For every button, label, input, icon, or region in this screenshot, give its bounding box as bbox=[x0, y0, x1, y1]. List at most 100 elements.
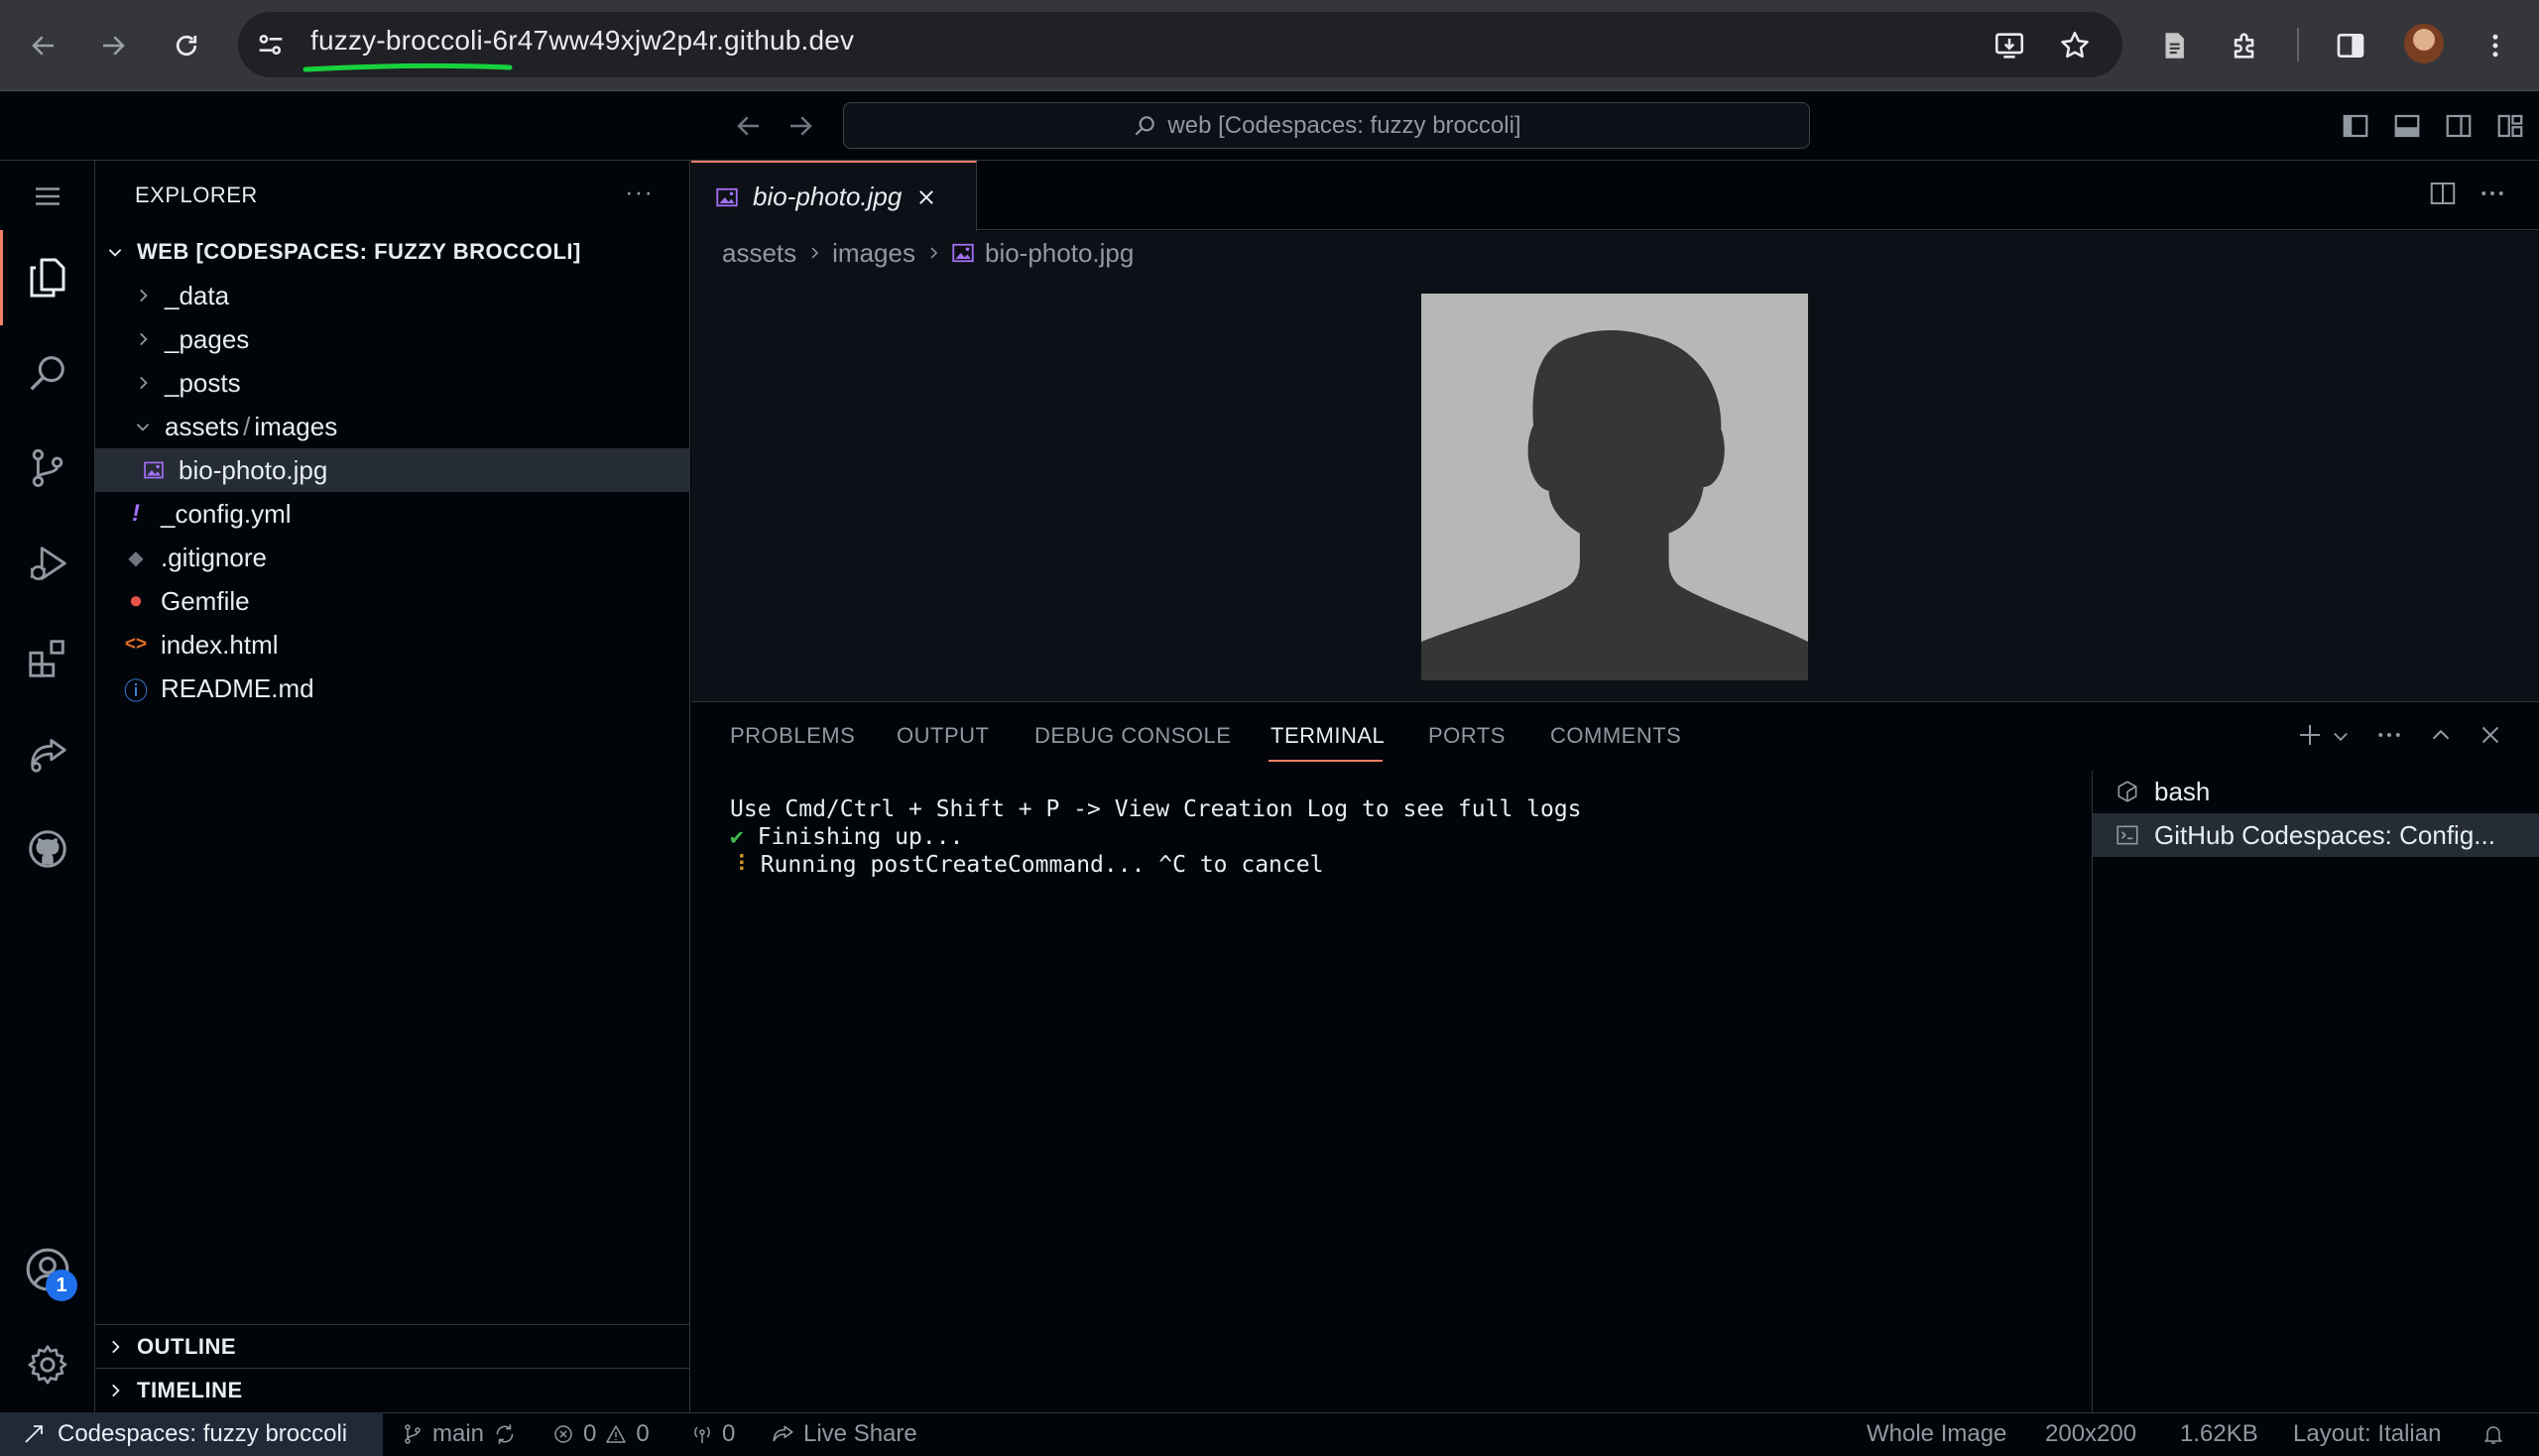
terminal-item-label: GitHub Codespaces: Config... bbox=[2154, 819, 2495, 850]
toggle-secondary-sidebar-icon[interactable] bbox=[2444, 111, 2474, 141]
keyboard-layout-status[interactable]: Layout: Italian bbox=[2293, 1412, 2441, 1456]
explorer-title: EXPLORER bbox=[135, 182, 258, 207]
tab-ports[interactable]: PORTS bbox=[1428, 723, 1506, 749]
image-file-icon bbox=[143, 458, 165, 482]
branch-status[interactable]: main bbox=[401, 1412, 518, 1456]
workspace-root[interactable]: WEB [CODESPACES: FUZZY BROCCOLI] bbox=[95, 230, 690, 274]
bell-icon[interactable] bbox=[2481, 1412, 2505, 1456]
terminal-item-codespaces[interactable]: GitHub Codespaces: Config... bbox=[2093, 813, 2539, 857]
zoom-status[interactable]: Whole Image bbox=[1867, 1412, 2006, 1456]
close-panel-icon[interactable] bbox=[2476, 720, 2505, 750]
chevron-right-icon bbox=[105, 1381, 125, 1400]
tree-item-label: _data bbox=[165, 280, 230, 310]
more-actions-icon[interactable] bbox=[2374, 720, 2404, 750]
image-file-icon bbox=[715, 185, 739, 209]
site-settings-icon[interactable] bbox=[254, 28, 288, 61]
customize-layout-icon[interactable] bbox=[2495, 111, 2525, 141]
tree-item-label: bio-photo.jpg bbox=[179, 454, 328, 485]
sync-icon[interactable] bbox=[492, 1421, 518, 1447]
live-share-icon[interactable] bbox=[0, 706, 95, 801]
terminal-item-bash[interactable]: bash bbox=[2093, 770, 2539, 813]
broadcast-icon bbox=[690, 1422, 714, 1446]
more-vertical-icon[interactable] bbox=[2470, 20, 2521, 71]
tree-file-config[interactable]: ! _config.yml bbox=[95, 492, 690, 536]
tree-folder-posts[interactable]: _posts bbox=[95, 361, 690, 405]
live-share-status[interactable]: Live Share bbox=[770, 1412, 917, 1456]
profile-avatar[interactable] bbox=[2404, 24, 2444, 63]
bookmark-star-icon[interactable] bbox=[2049, 20, 2101, 71]
info-file-icon: ⓘ bbox=[124, 677, 148, 705]
live-share-icon bbox=[770, 1421, 795, 1447]
tab-debug-console[interactable]: DEBUG CONSOLE bbox=[1034, 723, 1231, 749]
breadcrumb-item[interactable]: images bbox=[832, 238, 915, 269]
back-arrow-icon[interactable] bbox=[18, 20, 69, 71]
chevron-right-icon bbox=[105, 1337, 125, 1357]
timeline-section[interactable]: TIMELINE bbox=[95, 1369, 690, 1412]
more-actions-icon[interactable] bbox=[2478, 179, 2507, 208]
toggle-primary-sidebar-icon[interactable] bbox=[2341, 111, 2370, 141]
source-control-icon[interactable] bbox=[0, 421, 95, 516]
gear-icon[interactable] bbox=[0, 1317, 95, 1412]
html-file-icon: <> bbox=[124, 634, 148, 655]
editor-tab-bio-photo[interactable]: bio-photo.jpg bbox=[691, 161, 977, 231]
remote-indicator[interactable]: Codespaces: fuzzy broccoli bbox=[0, 1412, 383, 1456]
extensions-puzzle-icon[interactable] bbox=[2220, 20, 2271, 71]
outline-section[interactable]: OUTLINE bbox=[95, 1325, 690, 1369]
ruby-file-icon: ● bbox=[128, 587, 144, 614]
tree-item-label: .gitignore bbox=[161, 542, 267, 572]
problems-status[interactable]: 0 0 bbox=[551, 1412, 650, 1456]
command-center[interactable]: web [Codespaces: fuzzy broccoli] bbox=[843, 102, 1810, 149]
url-text[interactable]: fuzzy-broccoli-6r47ww49xjw2p4r.github.de… bbox=[310, 25, 854, 57]
explorer-more-icon[interactable]: ··· bbox=[625, 177, 654, 207]
error-icon bbox=[551, 1422, 575, 1446]
forward-arrow-icon[interactable] bbox=[87, 20, 139, 71]
new-terminal-icon[interactable] bbox=[2295, 720, 2325, 750]
side-panel-icon[interactable] bbox=[2325, 20, 2376, 71]
go-forward-icon[interactable] bbox=[786, 111, 815, 141]
breadcrumb-item[interactable]: assets bbox=[722, 238, 796, 269]
tree-item-label: _posts bbox=[165, 367, 241, 398]
check-icon: ✔ bbox=[730, 824, 744, 850]
search-icon[interactable] bbox=[0, 325, 95, 421]
tree-folder-data[interactable]: _data bbox=[95, 274, 690, 317]
install-app-icon[interactable] bbox=[1984, 20, 2035, 71]
ports-status[interactable]: 0 bbox=[690, 1412, 735, 1456]
github-icon[interactable] bbox=[0, 801, 95, 897]
tree-file-gemfile[interactable]: ● Gemfile bbox=[95, 579, 690, 623]
toggle-panel-icon[interactable] bbox=[2392, 111, 2422, 141]
git-file-icon: ◆ bbox=[128, 546, 144, 569]
reading-list-icon[interactable] bbox=[2148, 20, 2200, 71]
explorer-icon[interactable] bbox=[0, 230, 95, 325]
tree-folder-pages[interactable]: _pages bbox=[95, 317, 690, 361]
tree-folder-assets-images[interactable]: assets / images bbox=[95, 405, 690, 448]
tree-file-readme[interactable]: ⓘ README.md bbox=[95, 667, 690, 710]
tree-file-bio-photo[interactable]: bio-photo.jpg bbox=[95, 448, 690, 492]
timeline-label: TIMELINE bbox=[137, 1378, 243, 1402]
accounts-icon[interactable] bbox=[0, 1222, 95, 1317]
maximize-panel-icon[interactable] bbox=[2426, 720, 2456, 750]
tab-terminal[interactable]: TERMINAL bbox=[1270, 723, 1385, 749]
tree-item-label: _config.yml bbox=[161, 498, 292, 529]
tree-file-index[interactable]: <> index.html bbox=[95, 623, 690, 667]
error-count: 0 bbox=[583, 1420, 597, 1447]
tab-comments[interactable]: COMMENTS bbox=[1550, 723, 1681, 749]
path-separator: / bbox=[243, 411, 251, 441]
yaml-file-icon: ! bbox=[132, 500, 140, 527]
tab-problems[interactable]: PROBLEMS bbox=[730, 723, 855, 749]
chevron-down-icon[interactable] bbox=[2331, 726, 2351, 746]
tree-item-label: README.md bbox=[161, 672, 314, 703]
remote-label: Codespaces: fuzzy broccoli bbox=[58, 1420, 348, 1447]
reload-icon[interactable] bbox=[161, 20, 212, 71]
breadcrumb-item[interactable]: bio-photo.jpg bbox=[985, 238, 1134, 269]
outline-label: OUTLINE bbox=[137, 1334, 237, 1359]
close-icon[interactable] bbox=[915, 186, 937, 208]
run-debug-icon[interactable] bbox=[0, 516, 95, 611]
tab-output[interactable]: OUTPUT bbox=[897, 723, 989, 749]
bio-photo-image[interactable] bbox=[1421, 294, 1808, 680]
tree-file-gitignore[interactable]: ◆ .gitignore bbox=[95, 536, 690, 579]
image-file-icon bbox=[951, 241, 975, 265]
extensions-icon[interactable] bbox=[0, 611, 95, 706]
go-back-icon[interactable] bbox=[734, 111, 764, 141]
remote-icon bbox=[22, 1422, 46, 1446]
split-editor-icon[interactable] bbox=[2428, 179, 2458, 208]
